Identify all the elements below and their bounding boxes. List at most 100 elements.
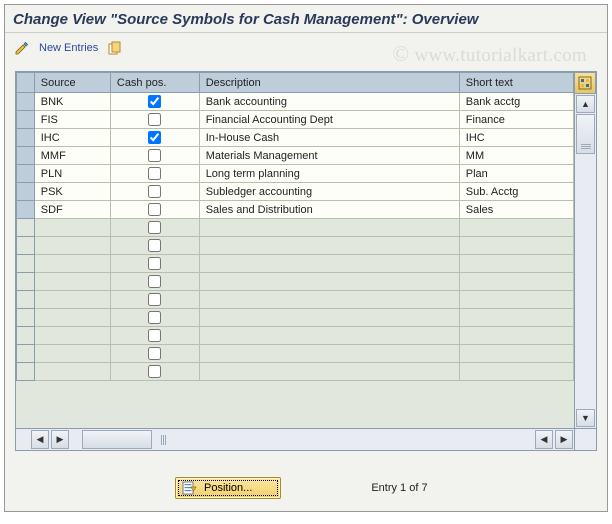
cell-source[interactable] [34, 273, 110, 291]
cell-short-text[interactable] [459, 327, 573, 345]
cash-pos-checkbox[interactable] [148, 329, 161, 342]
cell-description[interactable]: In-House Cash [199, 129, 459, 147]
scroll-left2-button[interactable]: ◀ [535, 430, 553, 449]
scroll-left-button[interactable]: ◀ [31, 430, 49, 449]
row-selector[interactable] [17, 309, 35, 327]
row-selector[interactable] [17, 255, 35, 273]
cell-short-text[interactable]: Bank acctg [459, 93, 573, 111]
cell-description[interactable]: Long term planning [199, 165, 459, 183]
cell-short-text[interactable] [459, 291, 573, 309]
cash-pos-checkbox[interactable] [148, 95, 161, 108]
scroll-down-button[interactable]: ▼ [576, 409, 595, 427]
cell-cash-pos[interactable] [110, 165, 199, 183]
cell-source[interactable] [34, 255, 110, 273]
cell-short-text[interactable] [459, 255, 573, 273]
cash-pos-checkbox[interactable] [148, 239, 161, 252]
row-selector[interactable] [17, 327, 35, 345]
row-selector[interactable] [17, 183, 35, 201]
cash-pos-checkbox[interactable] [148, 365, 161, 378]
cell-short-text[interactable]: IHC [459, 129, 573, 147]
vscroll-track[interactable] [576, 114, 595, 408]
cell-cash-pos[interactable] [110, 201, 199, 219]
cash-pos-checkbox[interactable] [148, 203, 161, 216]
col-cash-pos[interactable]: Cash pos. [110, 73, 199, 93]
cell-short-text[interactable]: Finance [459, 111, 573, 129]
cell-short-text[interactable]: Sales [459, 201, 573, 219]
cash-pos-checkbox[interactable] [148, 275, 161, 288]
cash-pos-checkbox[interactable] [148, 311, 161, 324]
cell-short-text[interactable] [459, 219, 573, 237]
cell-description[interactable] [199, 309, 459, 327]
scroll-right2-button[interactable]: ▶ [555, 430, 573, 449]
cell-source[interactable]: BNK [34, 93, 110, 111]
cell-cash-pos[interactable] [110, 237, 199, 255]
cell-source[interactable] [34, 345, 110, 363]
cell-cash-pos[interactable] [110, 291, 199, 309]
cell-cash-pos[interactable] [110, 183, 199, 201]
cell-source[interactable]: FIS [34, 111, 110, 129]
scroll-right-button[interactable]: ▶ [51, 430, 69, 449]
cash-pos-checkbox[interactable] [148, 257, 161, 270]
cell-description[interactable] [199, 363, 459, 381]
cell-description[interactable]: Materials Management [199, 147, 459, 165]
cell-source[interactable] [34, 291, 110, 309]
cell-short-text[interactable] [459, 237, 573, 255]
cell-source[interactable] [34, 237, 110, 255]
row-selector[interactable] [17, 237, 35, 255]
cell-description[interactable]: Financial Accounting Dept [199, 111, 459, 129]
row-selector[interactable] [17, 165, 35, 183]
cell-cash-pos[interactable] [110, 255, 199, 273]
row-selector[interactable] [17, 129, 35, 147]
cash-pos-checkbox[interactable] [148, 221, 161, 234]
cell-source[interactable] [34, 327, 110, 345]
cash-pos-checkbox[interactable] [148, 167, 161, 180]
position-button[interactable]: Position... [175, 477, 281, 499]
row-selector-header[interactable] [17, 73, 35, 93]
row-selector[interactable] [17, 93, 35, 111]
cell-source[interactable]: SDF [34, 201, 110, 219]
cell-description[interactable]: Bank accounting [199, 93, 459, 111]
cell-short-text[interactable]: Sub. Acctg [459, 183, 573, 201]
new-entries-button[interactable]: New Entries [39, 42, 98, 54]
hscroll-thumb[interactable] [82, 430, 152, 449]
row-selector[interactable] [17, 147, 35, 165]
cash-pos-checkbox[interactable] [148, 347, 161, 360]
cell-source[interactable]: PSK [34, 183, 110, 201]
cash-pos-checkbox[interactable] [148, 185, 161, 198]
cell-cash-pos[interactable] [110, 129, 199, 147]
row-selector[interactable] [17, 111, 35, 129]
row-selector[interactable] [17, 201, 35, 219]
cell-description[interactable] [199, 327, 459, 345]
cell-description[interactable] [199, 255, 459, 273]
cell-short-text[interactable] [459, 363, 573, 381]
cell-cash-pos[interactable] [110, 111, 199, 129]
cell-cash-pos[interactable] [110, 219, 199, 237]
cell-cash-pos[interactable] [110, 327, 199, 345]
copy-as-icon[interactable] [106, 39, 124, 57]
cell-cash-pos[interactable] [110, 345, 199, 363]
scroll-up-button[interactable]: ▲ [576, 95, 595, 113]
cell-cash-pos[interactable] [110, 363, 199, 381]
cell-cash-pos[interactable] [110, 147, 199, 165]
col-source[interactable]: Source [34, 73, 110, 93]
cell-short-text[interactable]: Plan [459, 165, 573, 183]
change-icon[interactable] [13, 39, 31, 57]
row-selector[interactable] [17, 345, 35, 363]
cell-source[interactable]: IHC [34, 129, 110, 147]
cell-description[interactable] [199, 291, 459, 309]
cell-description[interactable] [199, 219, 459, 237]
vertical-scrollbar[interactable]: ▲ ▼ [574, 94, 596, 428]
horizontal-scrollbar-left[interactable]: ◀ ▶ ◀ ▶ [16, 428, 574, 450]
row-selector[interactable] [17, 363, 35, 381]
cell-source[interactable] [34, 363, 110, 381]
col-short-text[interactable]: Short text [459, 73, 573, 93]
cell-short-text[interactable] [459, 273, 573, 291]
hscroll-track[interactable] [70, 430, 534, 449]
cell-source[interactable] [34, 219, 110, 237]
cell-cash-pos[interactable] [110, 309, 199, 327]
row-selector[interactable] [17, 291, 35, 309]
cell-source[interactable]: PLN [34, 165, 110, 183]
cash-pos-checkbox[interactable] [148, 293, 161, 306]
cell-description[interactable] [199, 345, 459, 363]
cash-pos-checkbox[interactable] [148, 113, 161, 126]
